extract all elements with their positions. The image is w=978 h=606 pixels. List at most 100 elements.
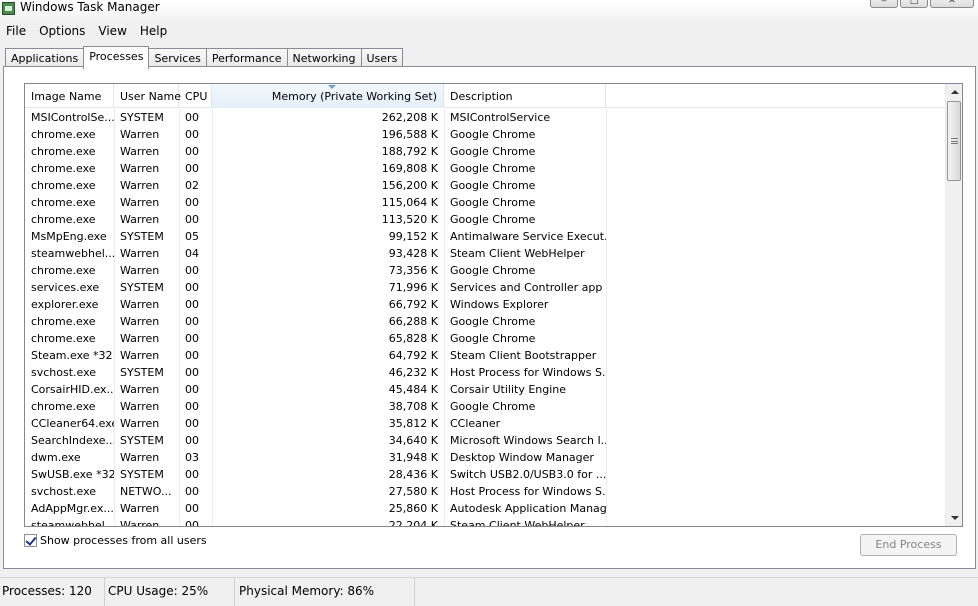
cell-cpu: 00 bbox=[185, 366, 199, 379]
title-bar[interactable]: Windows Task Manager ‒ □ ✕ bbox=[0, 0, 978, 20]
table-row[interactable]: CorsairHID.ex... Warren 00 45,484 K Corsair … bbox=[25, 381, 945, 398]
cell-cpu: 00 bbox=[185, 145, 199, 158]
show-all-processes[interactable]: Show processes from all users bbox=[24, 534, 207, 547]
scroll-down-button[interactable] bbox=[946, 509, 962, 526]
cell-description: Google Chrome bbox=[450, 196, 536, 209]
table-row[interactable]: chrome.exe Warren 00 73,356 K Google Chrome bbox=[25, 262, 945, 279]
table-row[interactable]: chrome.exe Warren 00 38,708 K Google Chrome bbox=[25, 398, 945, 415]
task-manager-window: Windows Task Manager ‒ □ ✕ File Options … bbox=[0, 0, 978, 606]
table-row[interactable]: chrome.exe Warren 00 115,064 K Google Chrome bbox=[25, 194, 945, 211]
cell-image-name: chrome.exe bbox=[31, 332, 96, 345]
cell-image-name: chrome.exe bbox=[31, 264, 96, 277]
table-row[interactable]: Steam.exe *32 Warren 00 64,792 K Steam Clien… bbox=[25, 347, 945, 364]
cell-cpu: 03 bbox=[185, 451, 199, 464]
scroll-up-icon bbox=[951, 90, 959, 94]
cell-memory: 113,520 K bbox=[381, 213, 438, 226]
cell-user-name: SYSTEM bbox=[120, 281, 164, 294]
tab-applications[interactable]: Applications bbox=[5, 48, 85, 68]
cell-image-name: SearchIndexe... bbox=[31, 434, 114, 447]
table-row[interactable]: chrome.exe Warren 00 196,588 K Google Chrome bbox=[25, 126, 945, 143]
table-row[interactable]: CCleaner64.exe Warren 00 35,812 K CCleaner bbox=[25, 415, 945, 432]
table-row[interactable]: dwm.exe Warren 03 31,948 K Desktop Window Ma… bbox=[25, 449, 945, 466]
cell-image-name: dwm.exe bbox=[31, 451, 81, 464]
cell-user-name: Warren bbox=[120, 519, 160, 527]
cell-image-name: chrome.exe bbox=[31, 179, 96, 192]
tab-users[interactable]: Users bbox=[360, 48, 404, 68]
cell-cpu: 05 bbox=[185, 230, 199, 243]
cell-user-name: Warren bbox=[120, 417, 160, 430]
menu-view[interactable]: View bbox=[92, 21, 133, 41]
tab-networking[interactable]: Networking bbox=[286, 48, 362, 68]
column-memory[interactable]: Memory (Private Working Set) bbox=[212, 84, 444, 108]
table-row[interactable]: chrome.exe Warren 00 113,520 K Google Chrome bbox=[25, 211, 945, 228]
cell-cpu: 04 bbox=[185, 247, 199, 260]
table-row[interactable]: MSIControlSe... SYSTEM 00 262,208 K MSIContr… bbox=[25, 109, 945, 126]
cell-description: Switch USB2.0/USB3.0 for ... bbox=[450, 468, 606, 481]
cell-memory: 169,808 K bbox=[381, 162, 438, 175]
window-controls: ‒ □ ✕ bbox=[870, 0, 974, 8]
cell-user-name: SYSTEM bbox=[120, 366, 164, 379]
tab-processes[interactable]: Processes bbox=[83, 46, 150, 69]
table-row[interactable]: chrome.exe Warren 00 65,828 K Google Chrome bbox=[25, 330, 945, 347]
process-list[interactable]: Image Name User Name CPU Memory (Private… bbox=[24, 83, 963, 527]
cell-description: Google Chrome bbox=[450, 128, 536, 141]
table-row[interactable]: chrome.exe Warren 00 188,792 K Google Chrome bbox=[25, 143, 945, 160]
cell-description: Antimalware Service Execut... bbox=[450, 230, 606, 243]
process-rows: MSIControlSe... SYSTEM 00 262,208 K MSIContr… bbox=[25, 109, 945, 527]
column-filler bbox=[606, 84, 944, 108]
cell-image-name: SwUSB.exe *32 bbox=[31, 468, 114, 481]
status-processes: Processes: 120 bbox=[0, 578, 105, 606]
cell-image-name: CorsairHID.ex... bbox=[31, 383, 114, 396]
cell-user-name: SYSTEM bbox=[120, 434, 164, 447]
vertical-scrollbar[interactable] bbox=[945, 84, 962, 526]
menu-options[interactable]: Options bbox=[33, 21, 92, 41]
cell-user-name: Warren bbox=[120, 179, 160, 192]
cell-memory: 45,484 K bbox=[388, 383, 438, 396]
cell-memory: 156,200 K bbox=[381, 179, 438, 192]
column-user-name[interactable]: User Name bbox=[114, 84, 181, 108]
table-row[interactable]: MsMpEng.exe SYSTEM 05 99,152 K Antimalware S… bbox=[25, 228, 945, 245]
table-row[interactable]: steamwebhel... Warren 04 93,428 K Steam Clie… bbox=[25, 245, 945, 262]
cell-image-name: steamwebhel... bbox=[31, 247, 114, 260]
table-row[interactable]: explorer.exe Warren 00 66,792 K Windows Expl… bbox=[25, 296, 945, 313]
column-cpu[interactable]: CPU bbox=[179, 84, 212, 108]
cell-description: Google Chrome bbox=[450, 264, 536, 277]
menu-help[interactable]: Help bbox=[134, 21, 174, 41]
table-row[interactable]: chrome.exe Warren 00 169,808 K Google Chrome bbox=[25, 160, 945, 177]
cell-user-name: Warren bbox=[120, 349, 160, 362]
scroll-up-button[interactable] bbox=[946, 84, 962, 101]
show-all-checkbox[interactable] bbox=[24, 534, 37, 547]
cell-image-name: chrome.exe bbox=[31, 400, 96, 413]
cell-description: Host Process for Windows S... bbox=[450, 485, 606, 498]
tab-services[interactable]: Services bbox=[148, 48, 207, 68]
cell-memory: 25,860 K bbox=[388, 502, 438, 515]
table-row[interactable]: svchost.exe SYSTEM 00 46,232 K Host Process … bbox=[25, 364, 945, 381]
cell-description: Windows Explorer bbox=[450, 298, 549, 311]
cell-user-name: Warren bbox=[120, 145, 160, 158]
column-image-name[interactable]: Image Name bbox=[25, 84, 114, 108]
cell-image-name: CCleaner64.exe bbox=[31, 417, 114, 430]
cell-image-name: chrome.exe bbox=[31, 196, 96, 209]
end-process-button[interactable]: End Process bbox=[860, 534, 957, 556]
maximize-button[interactable]: □ bbox=[900, 0, 928, 8]
tab-performance[interactable]: Performance bbox=[205, 48, 288, 68]
table-row[interactable]: steamwebhel... Warren 00 22,204 K Steam Clie… bbox=[25, 517, 945, 527]
table-row[interactable]: services.exe SYSTEM 00 71,996 K Services and… bbox=[25, 279, 945, 296]
table-row[interactable]: SwUSB.exe *32 SYSTEM 00 28,436 K Switch USB2… bbox=[25, 466, 945, 483]
cell-cpu: 00 bbox=[185, 162, 199, 175]
cell-image-name: svchost.exe bbox=[31, 485, 97, 498]
scroll-thumb[interactable] bbox=[947, 101, 961, 181]
menu-file[interactable]: File bbox=[0, 21, 33, 41]
table-row[interactable]: chrome.exe Warren 02 156,200 K Google Chrome bbox=[25, 177, 945, 194]
table-row[interactable]: AdAppMgr.ex... Warren 00 25,860 K Autodesk A… bbox=[25, 500, 945, 517]
minimize-button[interactable]: ‒ bbox=[870, 0, 898, 8]
cell-cpu: 00 bbox=[185, 519, 199, 527]
table-row[interactable]: svchost.exe NETWO... 00 27,580 K Host Proces… bbox=[25, 483, 945, 500]
cell-user-name: Warren bbox=[120, 128, 160, 141]
cell-image-name: Steam.exe *32 bbox=[31, 349, 113, 362]
column-description[interactable]: Description bbox=[444, 84, 606, 108]
cell-cpu: 00 bbox=[185, 315, 199, 328]
table-row[interactable]: chrome.exe Warren 00 66,288 K Google Chrome bbox=[25, 313, 945, 330]
table-row[interactable]: SearchIndexe... SYSTEM 00 34,640 K Microsoft… bbox=[25, 432, 945, 449]
close-button[interactable]: ✕ bbox=[930, 0, 974, 8]
